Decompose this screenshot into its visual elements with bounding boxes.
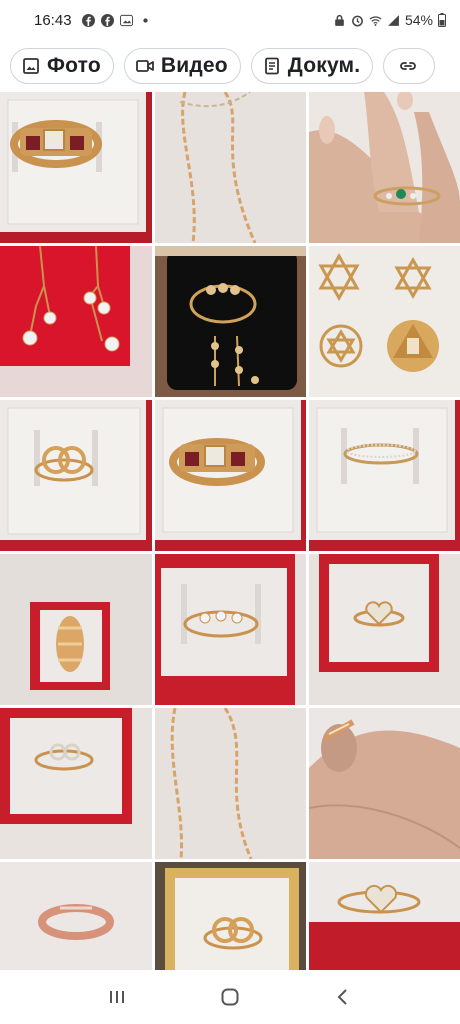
media-filter-bar: Фото Видео Докум. (0, 40, 460, 92)
lock-icon (335, 14, 344, 26)
video-icon (135, 60, 154, 72)
photo-grid (0, 92, 460, 1013)
signal-icon (388, 14, 399, 26)
photo-thumbnail[interactable] (155, 554, 306, 705)
battery-icon (438, 13, 446, 27)
link-icon (400, 62, 417, 70)
photo-thumbnail[interactable] (0, 400, 152, 551)
dot-icon (142, 17, 148, 23)
photo-thumbnail[interactable] (309, 246, 460, 397)
facebook-icon (81, 13, 95, 27)
photo-icon (119, 14, 133, 26)
filter-chip-photo[interactable]: Фото (10, 48, 114, 84)
photo-thumbnail[interactable] (155, 92, 306, 243)
photo-thumbnail[interactable] (155, 246, 306, 397)
photo-thumbnail[interactable] (155, 708, 306, 859)
battery-percent: 54% (404, 12, 433, 28)
filter-chip-documents[interactable]: Докум. (250, 48, 374, 84)
back-button[interactable] (323, 977, 363, 1017)
status-bar: 16:43 54% (0, 0, 460, 40)
photo-thumbnail[interactable] (0, 708, 152, 859)
home-icon (221, 988, 239, 1006)
photo-thumbnail[interactable] (309, 554, 460, 705)
photo-thumbnail[interactable] (155, 400, 306, 551)
image-icon (23, 58, 39, 74)
home-button[interactable] (210, 977, 250, 1017)
filter-chip-label: Докум. (287, 54, 361, 77)
photo-thumbnail[interactable] (0, 92, 152, 243)
photo-thumbnail[interactable] (0, 554, 152, 705)
back-icon (337, 989, 348, 1005)
wifi-icon (369, 15, 382, 26)
system-navigation-bar (0, 970, 460, 1024)
alarm-icon (352, 15, 363, 26)
document-icon (264, 57, 279, 75)
photo-thumbnail[interactable] (309, 708, 460, 859)
facebook-icon (100, 13, 114, 27)
filter-chip-links[interactable] (383, 48, 436, 84)
recent-apps-button[interactable] (97, 977, 137, 1017)
filter-chip-label: Фото (47, 54, 101, 77)
status-time: 16:43 (34, 11, 72, 29)
filter-chip-label: Видео (160, 54, 228, 77)
recent-apps-icon (109, 991, 124, 1003)
filter-chip-video[interactable]: Видео (123, 48, 241, 84)
photo-thumbnail[interactable] (0, 246, 152, 397)
photo-thumbnail[interactable] (309, 400, 460, 551)
photo-thumbnail[interactable] (309, 92, 460, 243)
